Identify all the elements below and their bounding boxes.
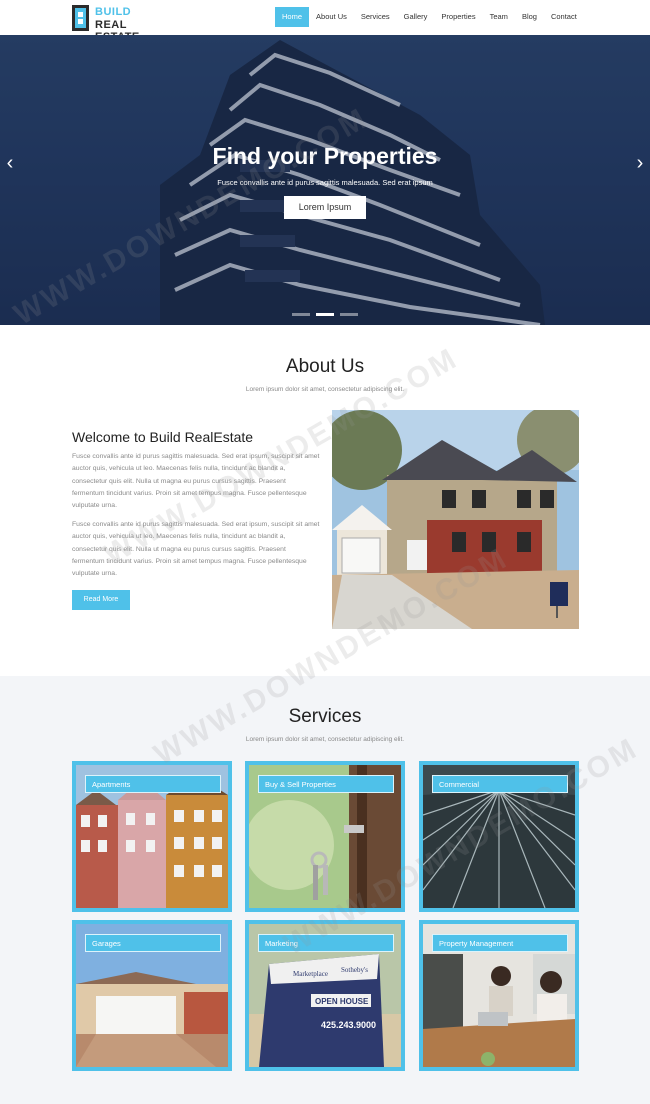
hero-subtitle: Fusce convallis ante id purus sagittis m…: [217, 178, 433, 187]
logo[interactable]: BUILD REAL ESTATE: [72, 5, 172, 43]
apartments-image: Apartments: [76, 765, 228, 908]
service-label-marketing: Marketing: [258, 934, 394, 952]
read-more-button[interactable]: Read More: [72, 590, 130, 610]
about-paragraph-2: Fusce convallis ante id purus sagittis m…: [72, 521, 320, 578]
slider-dot-1[interactable]: [292, 313, 310, 316]
nav-blog[interactable]: Blog: [515, 7, 544, 27]
service-card-apartments[interactable]: Apartments: [72, 761, 232, 912]
nav-home[interactable]: Home: [275, 7, 310, 27]
about-heading: Welcome to Build RealEstate: [72, 429, 254, 445]
nav-about-us[interactable]: About Us: [309, 7, 354, 27]
sign-marketplace: Marketplace: [293, 970, 328, 978]
service-card-garages[interactable]: Garages: [72, 920, 232, 1071]
site-header: BUILD REAL ESTATE Home About Us Services…: [0, 0, 650, 43]
services-subtitle: Lorem ipsum dolor sit amet, consectetur …: [245, 736, 405, 743]
nav-team[interactable]: Team: [483, 7, 515, 27]
logo-icon: [72, 5, 89, 31]
marketing-image: Marketplace Sotheby's OPEN HOUSE 425.243…: [249, 924, 401, 1067]
service-card-marketing[interactable]: Marketplace Sotheby's OPEN HOUSE 425.243…: [245, 920, 405, 1071]
about-subtitle: Lorem ipsum dolor sit amet, consectetur …: [245, 386, 405, 393]
service-label-apartments: Apartments: [85, 775, 221, 793]
buy-sell-image: Buy & Sell Properties: [249, 765, 401, 908]
garages-image: Garages: [76, 924, 228, 1067]
slider-dot-2[interactable]: [316, 313, 334, 316]
main-nav: Home About Us Services Gallery Propertie…: [275, 7, 584, 27]
sign-phone: 425.243.9000: [321, 1020, 376, 1030]
about-house-image: [332, 410, 579, 629]
nav-services[interactable]: Services: [354, 7, 397, 27]
nav-gallery[interactable]: Gallery: [397, 7, 435, 27]
sign-sothebys: Sotheby's: [341, 966, 368, 974]
about-title: About Us: [285, 356, 365, 377]
service-label-property-management: Property Management: [432, 934, 568, 952]
slider-dots: [292, 313, 358, 316]
logo-line-1: BUILD: [95, 6, 132, 18]
service-label-buy-sell: Buy & Sell Properties: [258, 775, 394, 793]
commercial-image: Commercial: [423, 765, 575, 908]
about-paragraph-1: Fusce convallis ante id purus sagittis m…: [72, 453, 320, 510]
service-card-commercial[interactable]: Commercial: [419, 761, 579, 912]
service-label-commercial: Commercial: [432, 775, 568, 793]
hero-slider: ‹ › Find your Properties Fusce convallis…: [0, 35, 650, 325]
nav-contact[interactable]: Contact: [544, 7, 584, 27]
slider-dot-3[interactable]: [340, 313, 358, 316]
sign-open-house: OPEN HOUSE: [315, 997, 369, 1006]
service-card-property-management[interactable]: Property Management: [419, 920, 579, 1071]
hero-button[interactable]: Lorem Ipsum: [284, 196, 366, 219]
hero-title: Find your Properties: [212, 143, 438, 169]
nav-properties[interactable]: Properties: [434, 7, 482, 27]
services-title: Services: [288, 706, 362, 727]
service-label-garages: Garages: [85, 934, 221, 952]
service-card-buy-sell[interactable]: Buy & Sell Properties: [245, 761, 405, 912]
property-management-image: Property Management: [423, 924, 575, 1067]
